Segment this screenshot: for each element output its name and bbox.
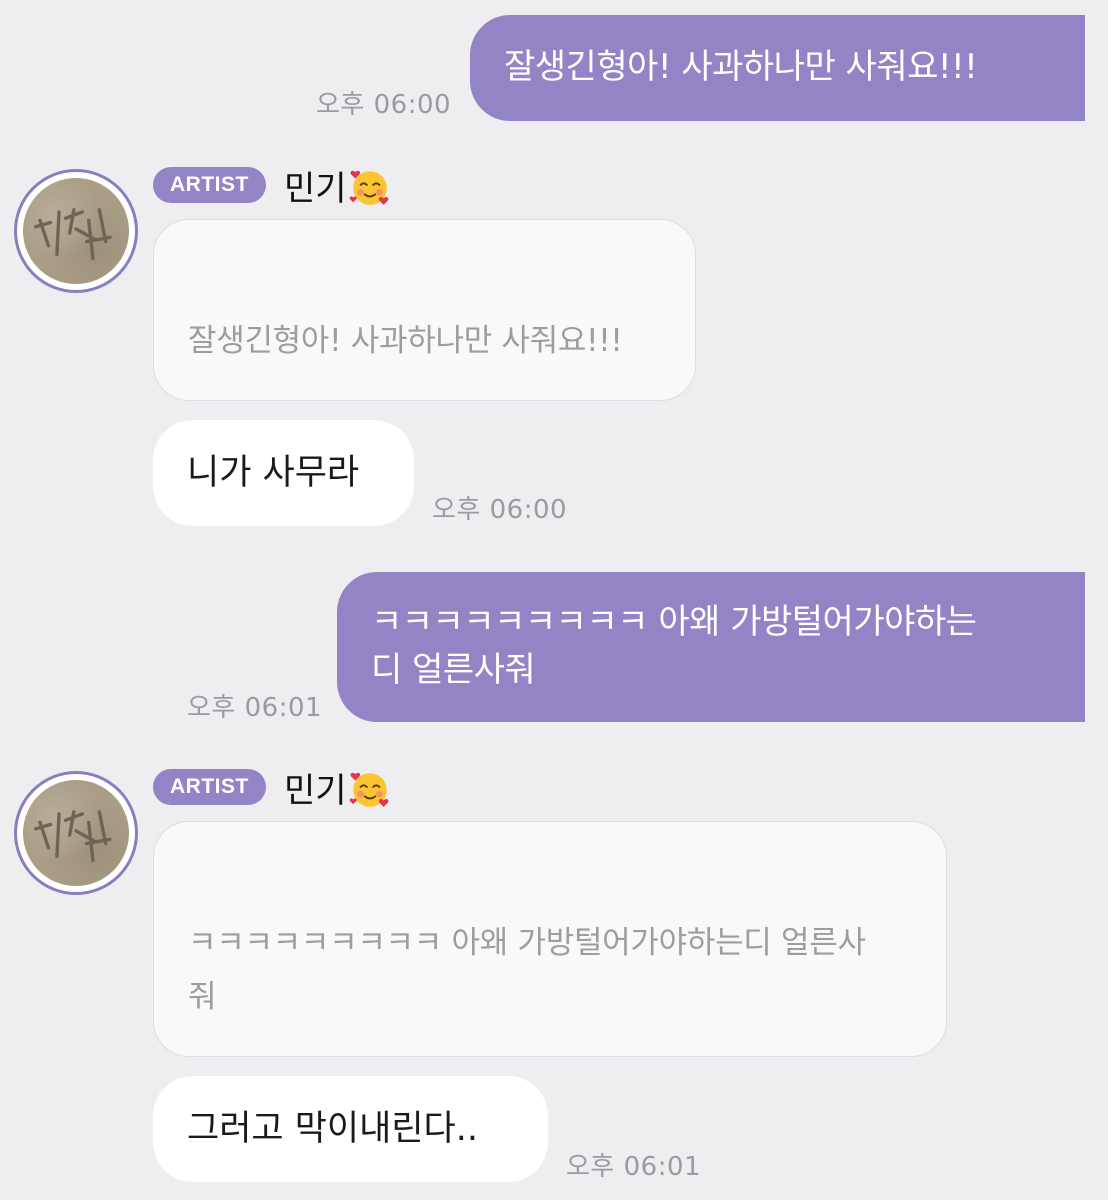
smiling-face-with-hearts-icon [349,166,391,208]
sand-writing-icon [34,208,112,261]
artist-name-row[interactable]: 민기 [284,166,391,209]
artist-name-row[interactable]: 민기 [284,768,391,811]
outgoing-message-bubble[interactable]: 잘생긴형아! 사과하나만 사줘요!!! [470,15,1085,121]
quoted-message[interactable]: 잘생긴형아! 사과하나만 사줘요!!! [153,219,696,401]
reply-text: 그러고 막이내린다.. [187,1109,478,1149]
avatar-image [23,780,129,886]
artist-name: 민기 [284,771,347,811]
outgoing-message-bubble[interactable]: ㅋㅋㅋㅋㅋㅋㅋㅋㅋ 아왜 가방털어가야하는 디 얼른사줘 [337,572,1085,722]
artist-badge: ARTIST [153,769,266,805]
quoted-message[interactable]: ㅋㅋㅋㅋㅋㅋㅋㅋㅋ 아왜 가방털어가야하는디 얼른사 줘 [153,821,947,1057]
reply-text: 니가 사무라 [187,453,360,493]
message-timestamp: 오후 06:00 [316,90,452,120]
artist-name: 민기 [284,169,347,209]
smiling-face-with-hearts-icon [349,768,391,810]
quoted-text: ㅋㅋㅋㅋㅋㅋㅋㅋㅋ 아왜 가방털어가야하는디 얼른사 줘 [188,925,866,1015]
quoted-text: 잘생긴형아! 사과하나만 사줘요!!! [188,323,623,359]
message-timestamp: 오후 06:01 [187,693,323,723]
message-timestamp: 오후 06:01 [566,1152,702,1182]
sand-writing-icon [34,810,112,863]
artist-avatar[interactable] [14,771,138,895]
message-timestamp: 오후 06:00 [432,495,568,525]
artist-reply-bubble[interactable]: 그러고 막이내린다.. [153,1076,548,1182]
artist-avatar[interactable] [14,169,138,293]
artist-badge: ARTIST [153,167,266,203]
artist-reply-bubble[interactable]: 니가 사무라 [153,420,414,526]
avatar-image [23,178,129,284]
message-text: 잘생긴형아! 사과하나만 사줘요!!! [504,47,978,87]
message-text: ㅋㅋㅋㅋㅋㅋㅋㅋㅋ 아왜 가방털어가야하는 디 얼른사줘 [371,602,977,690]
